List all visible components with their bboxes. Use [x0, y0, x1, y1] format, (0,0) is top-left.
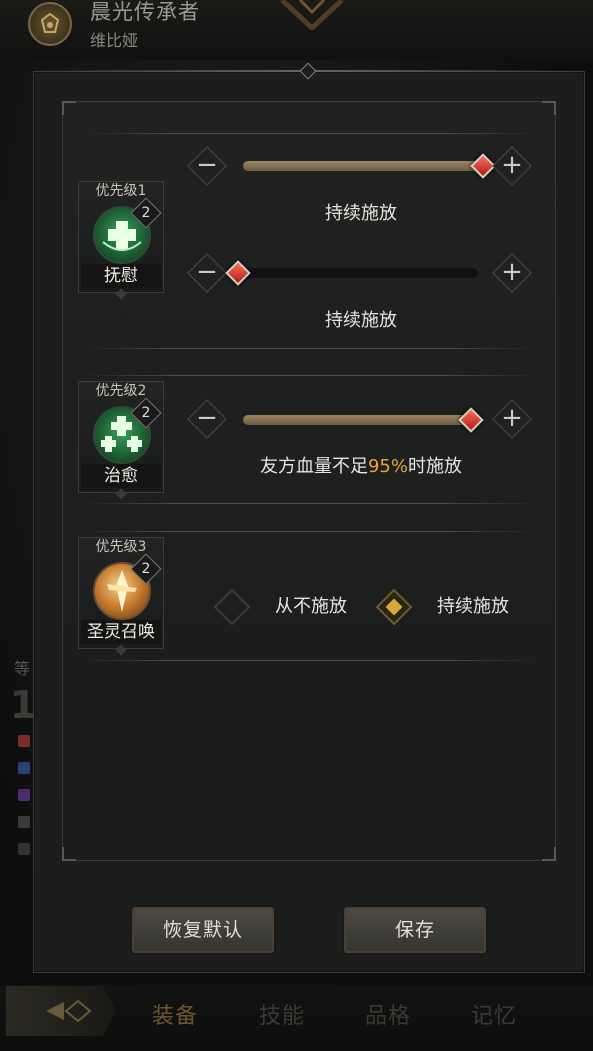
priority-label: 优先级1	[95, 183, 147, 199]
minus-icon: −	[196, 257, 218, 287]
nav-tab-equipment[interactable]: 装备	[152, 998, 198, 1030]
skill-card-soothe[interactable]: 优先级1 2 抚慰	[78, 181, 164, 300]
save-button[interactable]: 保存	[344, 907, 486, 953]
slider-1b-condition: 持续施放	[325, 310, 397, 331]
plus-icon: +	[501, 257, 523, 287]
option-label: 从不施放	[275, 596, 347, 617]
panel-corner	[62, 101, 76, 115]
radio-checked-icon	[375, 588, 413, 626]
attack-stat-icon	[18, 735, 30, 747]
class-emblem-icon	[28, 2, 72, 46]
slider-2-fill	[243, 415, 471, 425]
priority-label: 优先级2	[95, 383, 147, 399]
nav-tab-character[interactable]: 品格	[365, 998, 411, 1030]
back-arrow-icon	[46, 999, 92, 1023]
slider-1a-condition: 持续施放	[325, 203, 397, 224]
slider-1b-plus-button[interactable]: +	[492, 253, 532, 293]
radio-unchecked-icon	[213, 588, 251, 626]
priority-label: 优先级3	[95, 539, 147, 555]
nav-back-button[interactable]	[6, 986, 116, 1036]
panel-corner	[542, 101, 556, 115]
slider-2-condition: 友方血量不足95%时施放	[259, 456, 462, 477]
skill-card-holy-summon[interactable]: 优先级3 2 圣灵召唤	[78, 537, 164, 656]
background-stat-icons	[18, 735, 32, 870]
option-always-cast[interactable]: 持续施放	[375, 588, 521, 626]
minus-icon: −	[196, 150, 218, 180]
divider	[82, 348, 536, 349]
skill-name: 抚慰	[81, 264, 161, 288]
slider-1a-plus-button[interactable]: +	[492, 146, 532, 186]
slider-1a-track[interactable]	[243, 161, 483, 171]
minus-icon: −	[196, 403, 218, 433]
nav-tab-skills[interactable]: 技能	[259, 998, 305, 1030]
crest-icon	[280, 0, 344, 30]
plus-icon: +	[501, 403, 523, 433]
slider-2-track[interactable]	[243, 415, 483, 425]
option-never-cast[interactable]: 从不施放	[213, 588, 359, 626]
skill-name: 治愈	[81, 464, 161, 488]
skill-card-heal[interactable]: 优先级2 2 治愈	[78, 381, 164, 500]
reset-default-button[interactable]: 恢复默认	[132, 907, 274, 953]
divider	[82, 375, 536, 376]
character-title: 晨光传承者	[90, 0, 200, 24]
slider-2-plus-button[interactable]: +	[492, 399, 532, 439]
option-label: 持续施放	[437, 596, 509, 617]
slider-1a-minus-button[interactable]: −	[187, 146, 227, 186]
magic-stat-icon	[18, 789, 30, 801]
nav-tab-memory[interactable]: 记忆	[471, 998, 517, 1030]
character-name: 维比娅	[90, 31, 139, 50]
crit-stat-icon	[18, 843, 30, 855]
divider	[82, 531, 536, 532]
slider-2-minus-button[interactable]: −	[187, 399, 227, 439]
divider	[82, 503, 536, 504]
plus-icon: +	[501, 150, 523, 180]
divider	[82, 133, 536, 134]
divider	[82, 660, 536, 661]
panel-corner	[542, 847, 556, 861]
threshold-value: 95%	[367, 456, 408, 477]
character-header: 晨光传承者 维比娅	[0, 0, 593, 60]
slider-1a-fill	[243, 161, 483, 171]
panel-corner	[62, 847, 76, 861]
speed-stat-icon	[18, 816, 30, 828]
defense-stat-icon	[18, 762, 30, 774]
slider-1b-track[interactable]	[238, 268, 478, 278]
background-level-label: 等	[14, 659, 31, 678]
slider-1b-minus-button[interactable]: −	[187, 253, 227, 293]
skill-name: 圣灵召唤	[81, 620, 161, 644]
